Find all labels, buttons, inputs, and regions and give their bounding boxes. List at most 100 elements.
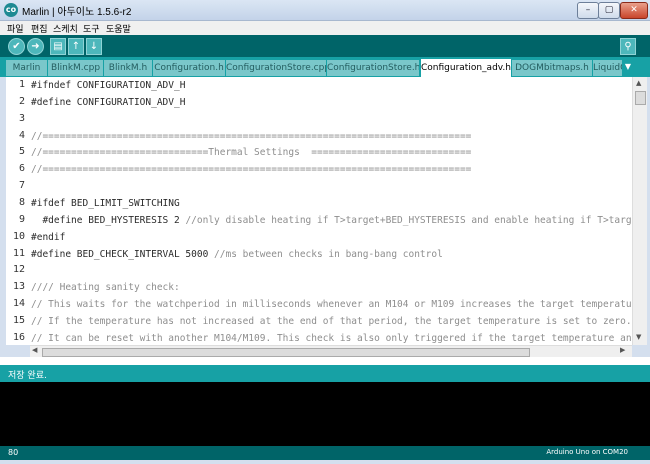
minimize-button[interactable]: – — [577, 2, 599, 19]
ide-window: co Marlin | 아두이노 1.5.6-r2 – ▢ ✕ 파일 편집 스케… — [0, 0, 650, 464]
code-line[interactable]: 1 #ifndef CONFIGURATION_ADV_H — [6, 77, 632, 94]
window-title: Marlin | 아두이노 1.5.6-r2 — [22, 7, 132, 18]
line-number-indicator: 80 — [8, 448, 19, 457]
check-icon: ✔ — [12, 41, 21, 52]
code-comment: //ms between checks in bang-bang control — [214, 248, 443, 260]
verify-button[interactable]: ✔ — [8, 38, 25, 55]
code-line[interactable]: 6 //=====================================… — [6, 161, 632, 178]
code-line[interactable]: 15 // If the temperature has not increase… — [6, 313, 632, 330]
code-text: #endif — [31, 231, 66, 243]
code-text: //======================================… — [31, 130, 472, 142]
horizontal-scroll-thumb[interactable] — [42, 348, 530, 357]
line-number: 6 — [18, 163, 25, 175]
line-number: 15 — [12, 314, 25, 326]
code-line[interactable]: 2 #define CONFIGURATION_ADV_H — [6, 94, 632, 111]
toolbar: ✔ ➜ ▤ ↑ ↓ ⚲ — [0, 35, 650, 57]
console-output[interactable] — [0, 382, 650, 446]
code-line[interactable]: 12 — [6, 262, 632, 279]
code-text: #ifndef CONFIGURATION_ADV_H — [31, 80, 186, 91]
open-button[interactable]: ↑ — [68, 38, 84, 55]
code-line[interactable]: 14 // This waits for the watchperiod in m… — [6, 296, 632, 313]
status-spacer — [0, 357, 650, 365]
code-text: #define BED_CHECK_INTERVAL 5000 //ms bet… — [31, 248, 443, 260]
tab-bar: Marlin BlinkM.cpp BlinkM.h Configuration… — [0, 57, 650, 77]
line-number: 9 — [18, 213, 25, 225]
code-line[interactable]: 11 #define BED_CHECK_INTERVAL 5000 //ms b… — [6, 246, 632, 263]
arrow-down-icon: ↓ — [89, 41, 99, 52]
code-text: // This waits for the watchperiod in mil… — [31, 299, 632, 311]
line-number: 4 — [18, 129, 25, 141]
title-bar[interactable]: co Marlin | 아두이노 1.5.6-r2 – ▢ ✕ — [0, 0, 650, 21]
code-editor[interactable]: 1 #ifndef CONFIGURATION_ADV_H 2 #define CON… — [6, 77, 632, 345]
code-line[interactable]: 5 //=============================Thermal … — [6, 144, 632, 161]
tab-marlin[interactable]: Marlin — [6, 60, 47, 76]
menu-help[interactable]: 도움말 — [106, 22, 131, 35]
line-number: 2 — [18, 95, 25, 107]
arduino-logo-icon: co — [4, 3, 18, 17]
line-number: 12 — [12, 264, 25, 276]
window-bottom-edge — [0, 460, 650, 464]
scroll-right-icon[interactable]: ▶ — [620, 346, 625, 354]
code-text: //// Heating sanity check: — [31, 282, 180, 294]
line-number: 10 — [12, 230, 25, 242]
arrow-right-icon: ➜ — [31, 41, 40, 52]
line-number: 11 — [12, 247, 25, 259]
line-number: 8 — [18, 196, 25, 208]
code-line[interactable]: 8 #ifdef BED_LIMIT_SWITCHING — [6, 195, 632, 212]
tab-configuration-h[interactable]: Configuration.h — [153, 60, 225, 76]
scroll-left-icon[interactable]: ◀ — [32, 346, 37, 354]
code-line[interactable]: 10 #endif — [6, 229, 632, 246]
line-number: 16 — [12, 331, 25, 343]
status-message: 저장 완료. — [8, 371, 47, 381]
magnifier-icon: ⚲ — [624, 41, 632, 52]
tab-menu-icon[interactable]: ▼ — [622, 62, 634, 74]
code-text: // It can be reset with another M104/M10… — [31, 332, 632, 344]
footer-bar: 80 Arduino Uno on COM20 — [0, 446, 650, 460]
new-file-icon: ▤ — [53, 41, 63, 52]
serial-monitor-button[interactable]: ⚲ — [620, 38, 636, 55]
tab-configurationstore-h[interactable]: ConfigurationStore.h — [327, 60, 419, 76]
arrow-up-icon: ↑ — [71, 41, 81, 52]
code-comment: //only disable heating if T>target+BED_H… — [185, 214, 632, 226]
tab-liquidcrystal[interactable]: LiquidCrystal — [593, 60, 622, 76]
vertical-scrollbar[interactable]: ▲ ▼ — [632, 77, 647, 345]
menu-bar: 파일 편집 스케치 도구 도움말 — [0, 21, 650, 35]
line-number: 14 — [12, 298, 25, 310]
vertical-scroll-thumb[interactable] — [635, 91, 646, 105]
code-text: #define BED_HYSTERESIS 2 //only disable … — [31, 215, 632, 226]
scroll-down-icon[interactable]: ▼ — [636, 333, 641, 341]
line-number: 7 — [18, 180, 25, 192]
code-text: #ifdef BED_LIMIT_SWITCHING — [31, 197, 180, 209]
code-text: //======================================… — [31, 164, 472, 176]
menu-tools[interactable]: 도구 — [83, 22, 100, 35]
line-number: 1 — [18, 79, 25, 90]
tab-blinkm-h[interactable]: BlinkM.h — [104, 60, 152, 76]
code-line[interactable]: 7 — [6, 178, 632, 195]
maximize-button[interactable]: ▢ — [598, 2, 620, 19]
save-button[interactable]: ↓ — [86, 38, 102, 55]
code-line[interactable]: 4 //=====================================… — [6, 128, 632, 145]
board-port-indicator: Arduino Uno on COM20 — [546, 448, 628, 456]
tab-configurationstore-cpp[interactable]: ConfigurationStore.cpp — [226, 60, 326, 76]
upload-button[interactable]: ➜ — [27, 38, 44, 55]
menu-sketch[interactable]: 스케치 — [53, 22, 78, 35]
line-number: 5 — [18, 146, 25, 158]
tab-configuration-adv-h[interactable]: Configuration_adv.h — [421, 59, 511, 77]
menu-edit[interactable]: 편집 — [31, 22, 48, 35]
code-text: // If the temperature has not increased … — [31, 315, 632, 327]
code-line[interactable]: 13 //// Heating sanity check: — [6, 279, 632, 296]
status-bar: 저장 완료. — [0, 365, 650, 382]
close-button[interactable]: ✕ — [620, 2, 648, 19]
new-button[interactable]: ▤ — [50, 38, 66, 55]
code-line[interactable]: 9 #define BED_HYSTERESIS 2 //only disabl… — [6, 212, 632, 229]
code-line[interactable]: 16 // It can be reset with another M104/M… — [6, 330, 632, 345]
scroll-up-icon[interactable]: ▲ — [636, 79, 641, 87]
line-number: 3 — [18, 112, 25, 124]
code-text: #define CONFIGURATION_ADV_H — [31, 96, 186, 108]
code-text: //=============================Thermal S… — [31, 147, 472, 159]
tab-dogmbitmaps-h[interactable]: DOGMbitmaps.h — [512, 60, 592, 76]
line-number: 13 — [12, 281, 25, 293]
tab-blinkm-cpp[interactable]: BlinkM.cpp — [48, 60, 103, 76]
menu-file[interactable]: 파일 — [7, 22, 24, 35]
code-line[interactable]: 3 — [6, 111, 632, 128]
